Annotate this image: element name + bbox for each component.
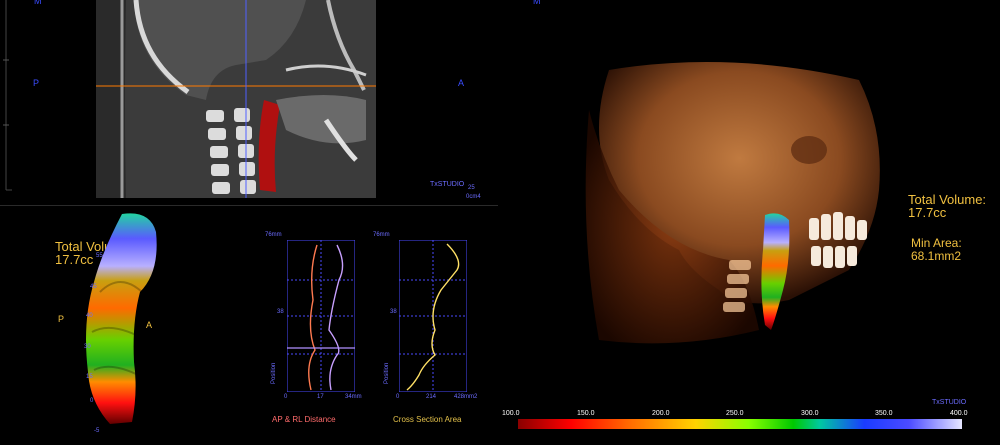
airway-analysis-pane[interactable]: Total Volume: 17.7cc P A 55 45 40 30 15 …	[0, 206, 498, 445]
skull-volume-render	[585, 62, 880, 344]
airway-tick: 15	[86, 374, 93, 380]
graph1-ylabel: Position	[271, 362, 277, 384]
graph2-ylabel: Position	[384, 362, 390, 384]
airway-tick: 30	[84, 344, 91, 350]
total-volume-value: 17.7cc	[908, 205, 947, 220]
graph2-xtick: 214	[426, 394, 437, 400]
graph2-title: Cross Section Area	[393, 415, 462, 424]
airway-tick: 40	[86, 313, 93, 319]
colorbar-tick: 250.0	[726, 410, 744, 417]
graph1-title: AP & RL Distance	[272, 415, 336, 424]
watermark: TxSTUDIO	[430, 181, 465, 188]
min-area-value: 68.1mm2	[911, 249, 962, 263]
graph1-ymid: 38	[277, 309, 284, 315]
airway-3d-model[interactable]	[80, 212, 170, 436]
airway-tick: -5	[94, 428, 100, 434]
sagittal-ct-image	[96, 0, 376, 198]
graph2-plot	[399, 240, 467, 392]
airway-tick: 45	[90, 284, 97, 290]
color-scale-bar	[518, 419, 962, 429]
orientation-posterior: P	[58, 314, 65, 324]
graph2-ymax: 76mm	[373, 232, 390, 238]
graph1-xtick: 17	[317, 394, 324, 400]
orientation-top: M	[533, 0, 541, 6]
vertical-ruler	[3, 0, 12, 191]
colorbar-tick: 150.0	[577, 410, 595, 417]
graph2-xtick: 0	[396, 394, 400, 400]
orientation-left: P	[33, 78, 40, 88]
graph1-xtick: 34mm	[345, 394, 362, 400]
graph1-ymax: 76mm	[265, 232, 282, 238]
scale-bottom: 0cm4	[466, 194, 481, 200]
orientation-top: M	[34, 0, 42, 6]
watermark: TxSTUDIO	[932, 399, 967, 406]
graph1-title-suffix: & RL Distance	[282, 415, 336, 424]
sagittal-view-pane[interactable]: M P A TxSTUDIO 25 0cm4	[0, 0, 498, 206]
graph1-title-prefix: AP	[272, 415, 283, 424]
graph1-plot	[287, 240, 355, 392]
ap-rl-distance-graph[interactable]: 76mm 38 Position 0 17 34mm	[255, 232, 365, 424]
colorbar-tick: 100.0	[502, 410, 520, 417]
colorbar-tick: 300.0	[801, 410, 819, 417]
volume-render-pane[interactable]: M Total Volume: 17.7cc Min Area: 68.1mm2…	[499, 0, 1000, 445]
graph2-xtick: 428mm2	[454, 394, 478, 400]
orientation-right: A	[458, 78, 465, 88]
airway-tick: 55	[96, 253, 103, 259]
graph1-xtick: 0	[284, 394, 288, 400]
scale-top: 25	[468, 185, 475, 191]
colorbar-tick: 400.0	[950, 410, 968, 417]
colorbar-tick: 350.0	[875, 410, 893, 417]
airway-tick: 0	[90, 398, 94, 404]
colorbar-tick: 200.0	[652, 410, 670, 417]
cross-section-area-graph[interactable]: 76mm 38 Position 0 214 428mm2	[363, 232, 483, 424]
graph2-ymid: 38	[390, 309, 397, 315]
